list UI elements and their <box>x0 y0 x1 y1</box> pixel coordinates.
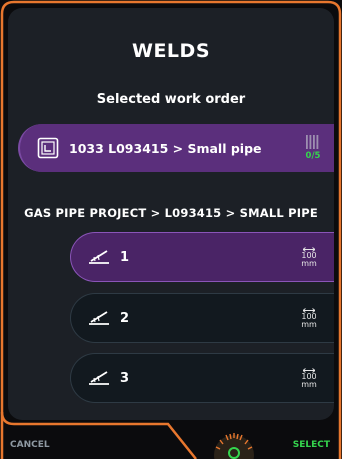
welds-screen: WELDS Selected work order 1033 L093415 >… <box>0 0 342 459</box>
weld-item-2[interactable]: 2 100 mm <box>70 293 334 343</box>
weld-seam-icon <box>89 311 109 325</box>
select-button[interactable]: SELECT <box>293 440 330 450</box>
weld-seam-icon <box>89 250 109 264</box>
rotary-knob-icon[interactable] <box>211 427 257 459</box>
work-order-progress: 0/5 <box>296 135 330 161</box>
weld-number: 1 <box>120 249 130 265</box>
cancel-button[interactable]: CANCEL <box>10 440 50 450</box>
weld-item-3[interactable]: 3 100 mm <box>70 353 334 403</box>
weld-item-1[interactable]: 1 100 mm <box>70 232 334 282</box>
weld-length: 100 mm <box>294 246 324 268</box>
weld-length: 100 mm <box>294 367 324 389</box>
length-unit: mm <box>301 379 317 389</box>
weld-seam-icon <box>89 371 109 385</box>
selected-work-order-card[interactable]: 1033 L093415 > Small pipe 0/5 <box>18 124 334 172</box>
weld-number: 2 <box>120 310 130 326</box>
selected-work-order-label: Selected work order <box>96 92 246 107</box>
work-order-document-icon <box>37 137 59 159</box>
length-unit: mm <box>301 319 317 329</box>
page-title: WELDS <box>132 40 210 62</box>
work-order-label: 1033 L093415 > Small pipe <box>69 140 262 156</box>
weld-number: 3 <box>120 370 130 386</box>
length-unit: mm <box>301 258 317 268</box>
progress-count: 0/5 <box>305 151 321 161</box>
weld-list-breadcrumb: GAS PIPE PROJECT > L093415 > SMALL PIPE <box>24 206 318 220</box>
progress-bars-icon <box>306 135 319 149</box>
weld-length: 100 mm <box>294 307 324 329</box>
